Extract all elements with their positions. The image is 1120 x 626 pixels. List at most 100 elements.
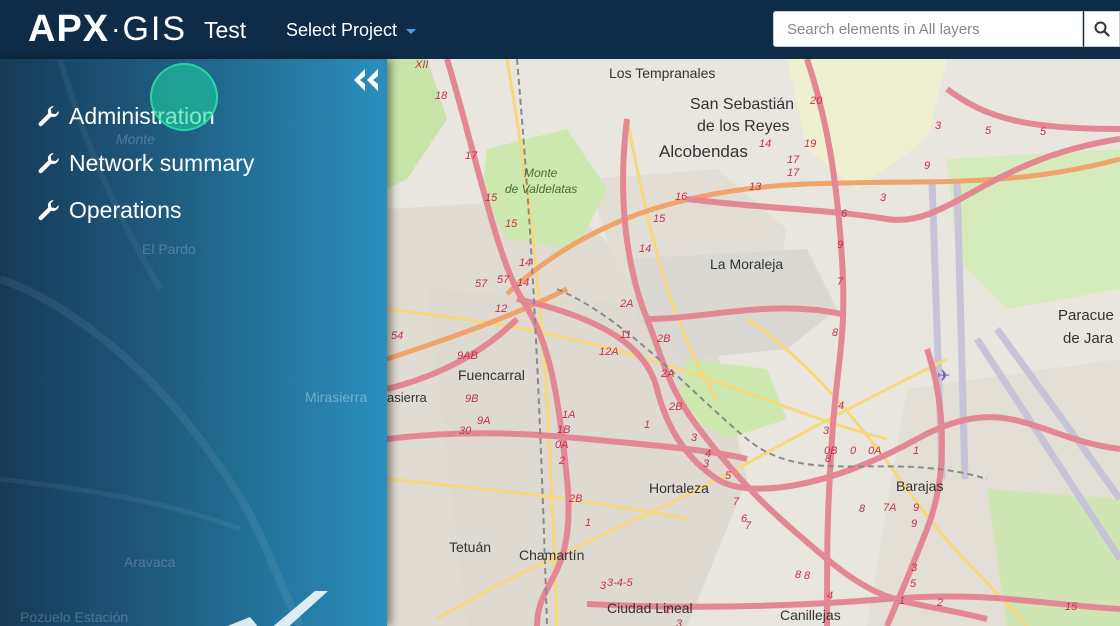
road-number-label: 7 (733, 496, 740, 508)
map-label: Barajas (896, 478, 943, 494)
road-number-label: 2 (663, 604, 670, 616)
menu-item-administration[interactable]: Administration (36, 93, 254, 140)
road-number-label: 19 (804, 138, 816, 150)
road-number-label: 1 (899, 595, 905, 607)
map-label: Ciudad Lineal (607, 600, 693, 616)
logo-separator: · (111, 13, 121, 44)
search-icon (1094, 21, 1110, 37)
road-number-label: 9 (837, 239, 843, 251)
menu-item-operations[interactable]: Operations (36, 187, 254, 234)
wrench-icon (38, 152, 59, 173)
logo-gis-text: GIS (122, 10, 188, 48)
select-project-label: Select Project (286, 20, 398, 40)
road-number-label: 8 (804, 570, 811, 582)
collapse-sidebar-button[interactable] (350, 65, 382, 95)
top-navbar: APX · GIS Test Select Project (0, 0, 1120, 59)
road-number-label: 2B (656, 333, 670, 345)
road-number-label: 57 (497, 274, 510, 286)
road-number-label: 13 (749, 181, 762, 193)
sidebar-menu: Administration Network summary Operation… (36, 93, 254, 234)
road-number-label: 5 (725, 470, 732, 482)
road-number-label: 14 (639, 243, 651, 255)
road-number-label: 3 (935, 120, 942, 132)
wrench-icon (38, 105, 59, 126)
map-label: de Valdelatas (505, 182, 577, 196)
road-number-label: 3 (880, 192, 887, 204)
menu-item-label: Operations (69, 197, 182, 223)
search-input[interactable] (773, 11, 1083, 47)
road-number-label: 7A (883, 502, 896, 514)
ghost-label: Mirasierra (305, 389, 368, 405)
road-number-label: 3-4-5 (607, 577, 634, 589)
road-number-label: 8 (832, 327, 839, 339)
road-number-label: 15 (485, 192, 498, 204)
wrench-icon (38, 199, 59, 220)
road-number-label: 12 (495, 303, 507, 315)
road-number-label: 3 (823, 425, 830, 437)
road-number-label: 2B (668, 401, 682, 413)
map-tiles[interactable]: ✈ Los Tempranales San Sebastián de los R… (387, 59, 1120, 626)
apx-gis-logo[interactable]: APX · GIS (28, 6, 187, 52)
road-number-label: 9AB (457, 350, 478, 362)
caret-down-icon (406, 29, 417, 34)
road-number-label: 3 (600, 580, 607, 592)
road-number-label: 2B (568, 493, 582, 505)
road-number-label: 17 (787, 154, 800, 166)
road-number-label: 2A (660, 368, 674, 380)
menu-item-label: Administration (69, 103, 215, 129)
road-number-label: 54 (391, 330, 403, 342)
road-number-label: 14 (519, 257, 531, 269)
road-number-label: 15 (653, 213, 666, 225)
apx-x-watermark-icon (227, 591, 328, 626)
map-label: Monte (524, 166, 558, 180)
map-label: Alcobendas (659, 142, 748, 161)
road-number-label: 7 (745, 520, 752, 532)
road-number-label: 20 (809, 95, 823, 107)
road-number-label: 1 (644, 419, 650, 431)
road-number-label: 3 (691, 432, 698, 444)
map-label: San Sebastián (690, 96, 794, 113)
road-number-label: 9 (911, 518, 917, 530)
road-number-label: 9 (913, 502, 919, 514)
map-label: La Moraleja (710, 256, 783, 272)
road-number-label: 17 (787, 167, 800, 179)
map-label: Hortaleza (649, 480, 709, 496)
road-number-label: 9B (465, 393, 478, 405)
map-label: Fuencarral (458, 367, 525, 383)
road-number-label: XII (414, 59, 428, 71)
road-number-label: 17 (465, 150, 478, 162)
logo-apx-text: APX (28, 8, 110, 50)
road-number-label: 30 (459, 425, 472, 437)
road-number-label: 7 (837, 276, 844, 288)
road-number-label: 0A (868, 445, 881, 457)
sidebar-panel: Monte El Pardo Aravaca Pozuelo Estación … (0, 59, 387, 626)
road-number-label: 9 (924, 160, 930, 172)
select-project-dropdown[interactable]: Select Project (286, 20, 417, 41)
road-number-label: 14 (759, 138, 771, 150)
map-canvas[interactable]: ✈ Los Tempranales San Sebastián de los R… (387, 59, 1120, 626)
road-number-label: 4 (838, 400, 844, 412)
ghost-label: Pozuelo Estación (20, 609, 129, 625)
road-number-label: 12A (599, 346, 619, 358)
road-number-label: 1 (913, 445, 919, 457)
double-chevron-left-icon (354, 69, 378, 91)
road-number-label: 5 (910, 578, 917, 590)
road-number-label: 3 (911, 562, 918, 574)
road-number-label: 15 (505, 218, 518, 230)
road-number-label: 57 (475, 278, 488, 290)
road-number-label: 14 (517, 277, 529, 289)
road-number-label: 0 (850, 445, 857, 457)
road-number-label: 2 (936, 597, 943, 609)
menu-item-label: Network summary (69, 150, 255, 176)
road-number-label: 6 (841, 208, 848, 220)
search-button[interactable] (1084, 11, 1120, 47)
map-label: Canillejas (780, 607, 841, 623)
road-number-label: 2A (619, 298, 633, 310)
road-number-label: 1A (562, 409, 575, 421)
map-label: Mirasierra (387, 390, 428, 405)
road-number-label: 5 (1040, 126, 1047, 138)
road-number-label: 0B (824, 445, 837, 457)
menu-item-network-summary[interactable]: Network summary (36, 140, 254, 187)
map-label: de los Reyes (697, 118, 790, 135)
road-number-label: 16 (675, 191, 688, 203)
